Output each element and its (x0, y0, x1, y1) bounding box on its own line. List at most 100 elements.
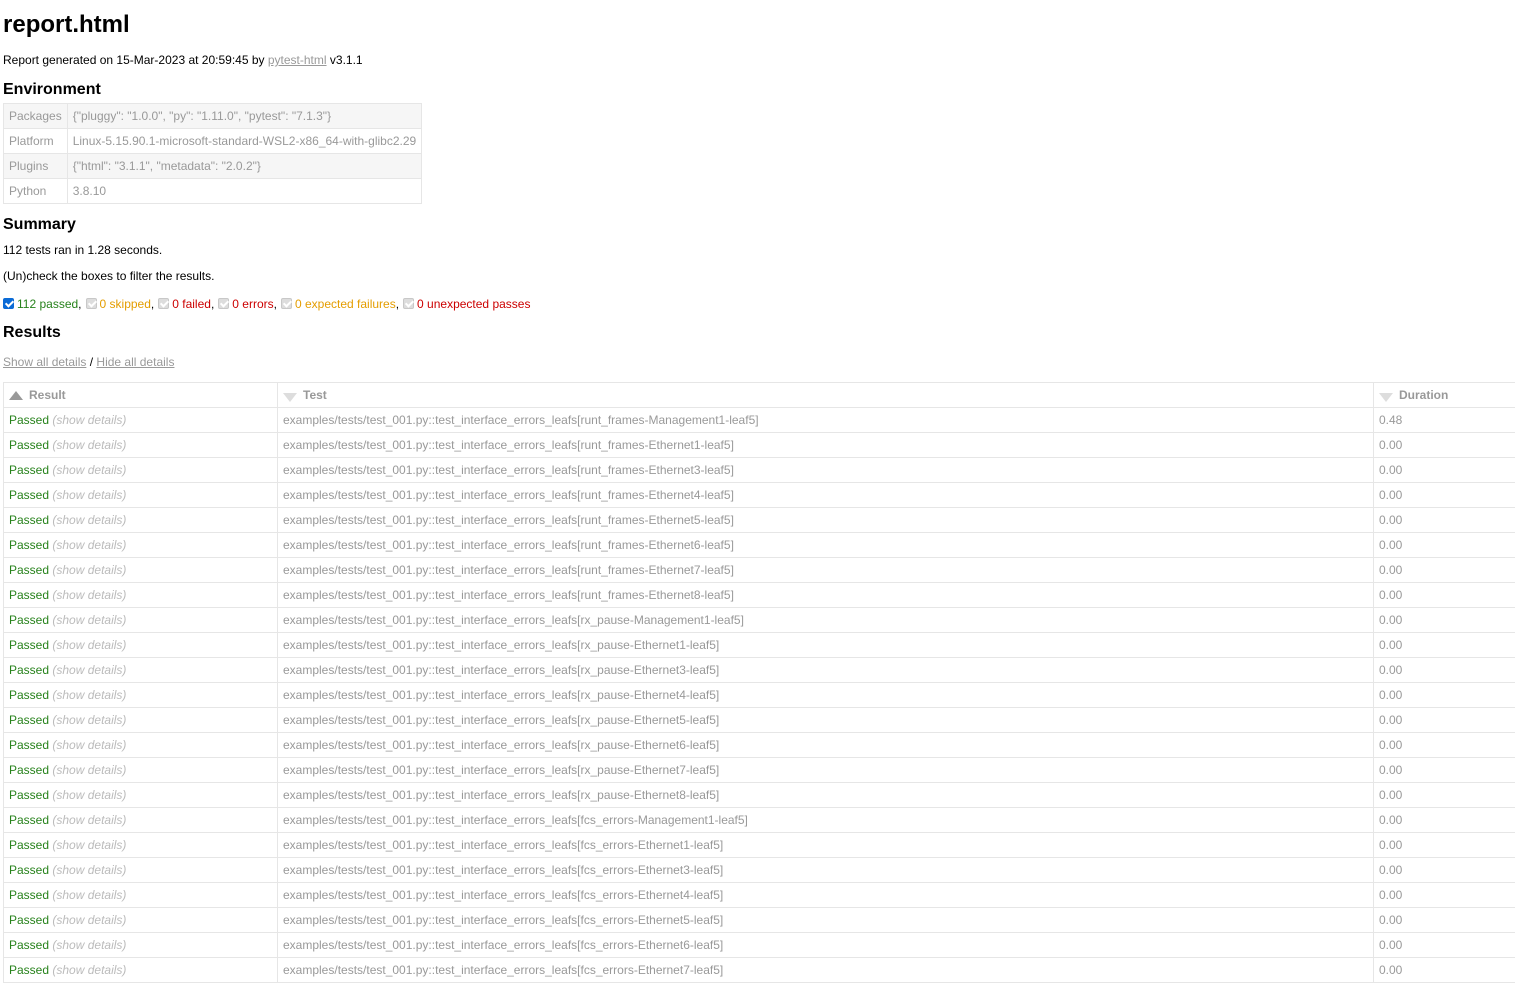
show-details-link[interactable]: (show details) (52, 938, 126, 952)
result-row: Passed (show details) examples/tests/test… (3, 507, 1515, 533)
result-status: Passed (9, 413, 50, 427)
duration-cell: 0.00 (1373, 632, 1515, 658)
show-details-link[interactable]: (show details) (52, 813, 126, 827)
test-name-cell: examples/tests/test_001.py::test_interfa… (277, 532, 1374, 558)
result-row: Passed (show details) examples/tests/test… (3, 882, 1515, 908)
show-details-link[interactable]: (show details) (52, 738, 126, 752)
show-details-link[interactable]: (show details) (52, 488, 126, 502)
result-row: Passed (show details) examples/tests/test… (3, 707, 1515, 733)
show-details-link[interactable]: (show details) (52, 913, 126, 927)
filter-separator: , (210, 297, 215, 311)
result-status: Passed (9, 638, 50, 652)
result-row: Passed (show details) examples/tests/test… (3, 532, 1515, 558)
test-name-cell: examples/tests/test_001.py::test_interfa… (277, 782, 1374, 808)
environment-key: Plugins (3, 153, 68, 179)
show-details-link[interactable]: (show details) (52, 613, 126, 627)
sort-desc-icon (283, 393, 297, 402)
show-details-link[interactable]: (show details) (52, 838, 126, 852)
show-details-link[interactable]: (show details) (52, 638, 126, 652)
environment-value: Linux-5.15.90.1-microsoft-standard-WSL2-… (66, 128, 423, 154)
filter-error: 0 errors, (218, 296, 277, 312)
summary-heading: Summary (3, 216, 76, 233)
filter-checkbox-error[interactable] (218, 298, 230, 309)
test-name-cell: examples/tests/test_001.py::test_interfa… (277, 582, 1374, 608)
result-status: Passed (9, 513, 50, 527)
details-links: Show all details / Hide all details (3, 353, 1515, 371)
filter-checkbox-xpassed[interactable] (403, 298, 415, 309)
result-status: Passed (9, 788, 50, 802)
show-details-link[interactable]: (show details) (52, 763, 126, 777)
environment-heading: Environment (3, 81, 101, 98)
show-details-link[interactable]: (show details) (52, 888, 126, 902)
hide-all-details-link[interactable]: Hide all details (96, 355, 174, 369)
filter-label-error: 0 errors (232, 297, 274, 311)
filter-xpassed: 0 unexpected passes (403, 296, 530, 312)
show-details-link[interactable]: (show details) (52, 463, 126, 477)
show-details-link[interactable]: (show details) (52, 688, 126, 702)
environment-row: Platform Linux-5.15.90.1-microsoft-standa… (3, 128, 423, 154)
environment-table: Packages {"pluggy": "1.0.0", "py": "1.11.… (3, 103, 423, 204)
filter-separator: , (150, 297, 155, 311)
result-column-header[interactable]: Result (3, 382, 278, 408)
test-name-cell: examples/tests/test_001.py::test_interfa… (277, 682, 1374, 708)
show-details-link[interactable]: (show details) (52, 588, 126, 602)
duration-cell: 0.00 (1373, 432, 1515, 458)
filter-hint-text: (Un)check the boxes to filter the result… (3, 269, 215, 283)
filter-checkbox-xfailed[interactable] (280, 298, 292, 309)
filter-checkbox-skipped[interactable] (85, 298, 97, 309)
show-details-link[interactable]: (show details) (52, 713, 126, 727)
duration-cell: 0.48 (1373, 407, 1515, 433)
filter-checkbox-failed[interactable] (158, 298, 170, 309)
environment-row: Python 3.8.10 (3, 178, 423, 204)
result-cell: Passed (show details) (3, 507, 278, 533)
result-status: Passed (9, 438, 50, 452)
show-details-link[interactable]: (show details) (52, 963, 126, 977)
pytest-html-link[interactable]: pytest-html (268, 53, 327, 67)
result-status: Passed (9, 838, 50, 852)
test-column-header[interactable]: Test (277, 382, 1374, 408)
filter-label-xfailed: 0 expected failures (294, 297, 396, 311)
result-status: Passed (9, 913, 50, 927)
filter-separator: , (273, 297, 277, 311)
result-cell: Passed (show details) (3, 757, 278, 783)
result-cell: Passed (show details) (3, 657, 278, 683)
result-cell: Passed (show details) (3, 857, 278, 883)
duration-column-label: Duration (1399, 388, 1449, 402)
result-filters: 112 passed, 0 skipped, 0 failed, 0 errors, 0… (3, 296, 1515, 312)
result-row: Passed (show details) examples/tests/test… (3, 457, 1515, 483)
test-name-cell: examples/tests/test_001.py::test_interfa… (277, 957, 1374, 983)
filter-failed: 0 failed, (158, 296, 214, 312)
results-table: Result Test Duration Passed (show detail… (3, 382, 1515, 983)
duration-cell: 0.00 (1373, 782, 1515, 808)
result-cell: Passed (show details) (3, 907, 278, 933)
show-details-link[interactable]: (show details) (52, 413, 126, 427)
result-status: Passed (9, 813, 50, 827)
duration-cell: 0.00 (1373, 707, 1515, 733)
duration-cell: 0.00 (1373, 857, 1515, 883)
show-details-link[interactable]: (show details) (52, 788, 126, 802)
page-title: report.html (3, 11, 130, 38)
duration-column-header[interactable]: Duration (1373, 382, 1515, 408)
result-row: Passed (show details) examples/tests/test… (3, 682, 1515, 708)
show-details-link[interactable]: (show details) (52, 663, 126, 677)
show-all-details-link[interactable]: Show all details (3, 355, 86, 369)
result-status: Passed (9, 588, 50, 602)
result-cell: Passed (show details) (3, 582, 278, 608)
show-details-link[interactable]: (show details) (52, 438, 126, 452)
result-row: Passed (show details) examples/tests/test… (3, 932, 1515, 958)
environment-row: Plugins {"html": "3.1.1", "metadata": "2.… (3, 153, 423, 179)
duration-cell: 0.00 (1373, 482, 1515, 508)
test-name-cell: examples/tests/test_001.py::test_interfa… (277, 557, 1374, 583)
show-details-link[interactable]: (show details) (52, 538, 126, 552)
show-details-link[interactable]: (show details) (52, 863, 126, 877)
filter-label-xpassed: 0 unexpected passes (417, 297, 531, 311)
result-column-label: Result (29, 388, 66, 402)
filter-checkbox-passed[interactable] (3, 298, 14, 309)
show-details-link[interactable]: (show details) (52, 563, 126, 577)
duration-cell: 0.00 (1373, 457, 1515, 483)
filter-label-passed: 112 passed (17, 297, 79, 311)
duration-cell: 0.00 (1373, 757, 1515, 783)
test-name-cell: examples/tests/test_001.py::test_interfa… (277, 907, 1374, 933)
show-details-link[interactable]: (show details) (52, 513, 126, 527)
duration-cell: 0.00 (1373, 732, 1515, 758)
